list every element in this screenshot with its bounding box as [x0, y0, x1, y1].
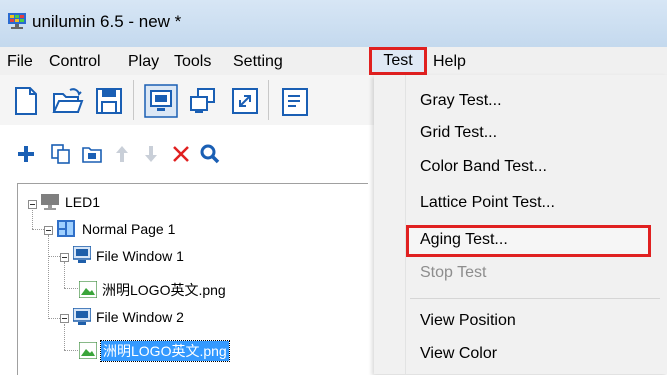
move-down-icon[interactable] [140, 143, 162, 165]
paste-icon[interactable] [81, 143, 103, 165]
toolbar-separator [268, 80, 269, 120]
menu-item-aging-test[interactable]: Aging Test... [420, 231, 508, 249]
screen-view-icon[interactable] [144, 84, 178, 118]
delete-icon[interactable] [170, 143, 192, 165]
image-file-icon [79, 281, 97, 298]
tree-connector [64, 324, 65, 350]
tree-item-normal-page[interactable]: Normal Page 1 [82, 221, 175, 237]
window-layout-icon[interactable] [186, 84, 220, 118]
tree-connector [48, 256, 60, 257]
menu-item-view-color[interactable]: View Color [420, 345, 497, 363]
tree-item-file-window-2[interactable]: File Window 2 [96, 309, 184, 325]
collapse-toggle[interactable] [60, 253, 69, 262]
window-icon [73, 246, 91, 263]
tree-connector [48, 318, 60, 319]
app-icon [8, 13, 26, 29]
menu-item-lattice-point-test[interactable]: Lattice Point Test... [420, 194, 555, 212]
menu-tools[interactable]: Tools [174, 51, 211, 73]
tree-connector [48, 235, 49, 319]
collapse-toggle[interactable] [44, 226, 53, 235]
new-file-icon[interactable] [8, 84, 42, 118]
tree-item-led1[interactable]: LED1 [65, 194, 100, 210]
properties-icon[interactable] [278, 84, 312, 118]
menu-item-stop-test: Stop Test [420, 264, 487, 281]
menu-setting[interactable]: Setting [233, 51, 283, 73]
collapse-toggle[interactable] [28, 200, 37, 209]
window-title: unilumin 6.5 - new * [32, 12, 182, 31]
tree-connector [32, 229, 44, 230]
save-icon[interactable] [92, 84, 126, 118]
tree-item-file-1[interactable]: 洲明LOGO英文.png [102, 280, 226, 300]
menu-item-grid-test[interactable]: Grid Test... [420, 124, 497, 142]
menu-test[interactable]: Test [369, 47, 427, 75]
menu-file[interactable]: File [7, 51, 33, 73]
menu-item-color-band-test[interactable]: Color Band Test... [420, 158, 547, 176]
tree-connector [64, 350, 78, 351]
window-icon [73, 308, 91, 325]
menu-item-view-position[interactable]: View Position [420, 312, 516, 330]
screen-icon [41, 194, 59, 210]
tree-connector [32, 207, 33, 229]
open-folder-icon[interactable] [50, 84, 84, 118]
collapse-toggle[interactable] [60, 314, 69, 323]
add-icon[interactable] [15, 143, 37, 165]
menu-gutter [374, 75, 404, 374]
tree-item-file-window-1[interactable]: File Window 1 [96, 248, 184, 264]
tree-connector [64, 288, 78, 289]
search-icon[interactable] [199, 143, 221, 165]
menu-separator [410, 298, 660, 299]
tree-item-file-2[interactable]: 洲明LOGO英文.png [100, 340, 230, 362]
image-file-icon [79, 342, 97, 359]
menu-help[interactable]: Help [433, 51, 466, 73]
menu-control[interactable]: Control [49, 51, 101, 73]
fullscreen-icon[interactable] [228, 84, 262, 118]
move-up-icon[interactable] [111, 143, 133, 165]
copy-icon[interactable] [50, 143, 72, 165]
toolbar-separator [133, 80, 134, 120]
menu-item-gray-test[interactable]: Gray Test... [420, 92, 502, 110]
page-icon [57, 220, 75, 237]
menu-play[interactable]: Play [128, 51, 159, 73]
tree-connector [64, 262, 65, 288]
